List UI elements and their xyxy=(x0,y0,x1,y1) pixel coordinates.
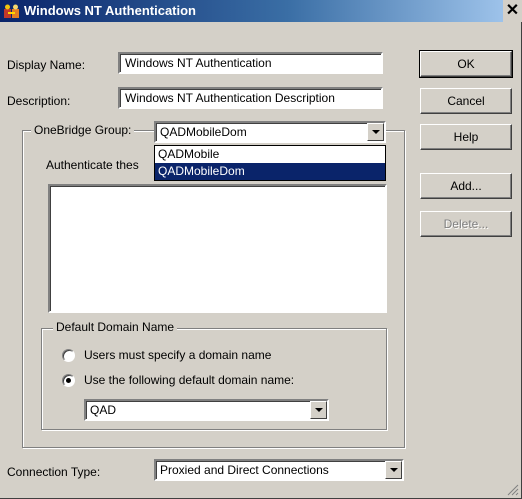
radio-specify-domain[interactable] xyxy=(62,349,75,362)
help-button[interactable]: Help xyxy=(420,124,512,150)
add-button[interactable]: Add... xyxy=(420,173,512,199)
default-domain-legend: Default Domain Name xyxy=(53,320,178,334)
connection-dropdown-button[interactable] xyxy=(385,461,402,479)
authenticate-listbox[interactable] xyxy=(48,184,387,313)
connection-type-value: Proxied and Direct Connections xyxy=(160,463,329,477)
delete-button[interactable]: Delete... xyxy=(420,211,512,237)
default-domain-value: QAD xyxy=(90,403,117,417)
description-label: Description: xyxy=(7,94,71,108)
dropdown-option-qadmobiledom[interactable]: QADMobileDom xyxy=(155,163,385,180)
display-name-label: Display Name: xyxy=(7,58,86,72)
help-button-label: Help xyxy=(453,130,479,144)
key-people-icon xyxy=(4,4,19,18)
description-field[interactable]: Windows NT Authentication Description xyxy=(118,87,383,109)
authenticate-label: Authenticate thes xyxy=(46,158,139,172)
onebridge-group-label: OneBridge Group: xyxy=(31,123,135,137)
ok-button[interactable]: OK xyxy=(419,50,513,78)
chevron-down-icon xyxy=(390,468,398,472)
default-domain-select[interactable]: QAD xyxy=(84,399,329,421)
title-bar[interactable]: Windows NT Authentication ✕ xyxy=(0,0,522,22)
dialog-window: Windows NT Authentication ✕ Display Name… xyxy=(0,0,522,499)
close-button[interactable]: ✕ xyxy=(503,0,522,22)
ok-button-label: OK xyxy=(457,57,475,71)
delete-button-label: Delete... xyxy=(443,217,489,231)
onebridge-group-dropdown-list: QADMobile QADMobileDom xyxy=(154,145,386,181)
onebridge-group-value: QADMobileDom xyxy=(160,125,247,139)
chevron-down-icon xyxy=(372,130,380,134)
radio-specify-domain-label: Users must specify a domain name xyxy=(84,348,272,362)
close-icon: ✕ xyxy=(505,2,520,19)
connection-type-label: Connection Type: xyxy=(7,465,101,479)
add-button-label: Add... xyxy=(450,179,482,193)
cancel-button[interactable]: Cancel xyxy=(420,88,512,114)
dropdown-button[interactable] xyxy=(367,123,384,141)
chevron-down-icon xyxy=(315,408,323,412)
radio-default-domain-label: Use the following default domain name: xyxy=(84,373,295,387)
resize-grip-icon[interactable] xyxy=(507,484,519,496)
onebridge-group-select[interactable]: QADMobileDom xyxy=(154,121,386,143)
radio-default-domain[interactable] xyxy=(62,374,75,387)
domain-dropdown-button[interactable] xyxy=(310,401,327,419)
display-name-field[interactable]: Windows NT Authentication xyxy=(118,52,383,74)
connection-type-select[interactable]: Proxied and Direct Connections xyxy=(154,459,404,481)
cancel-button-label: Cancel xyxy=(447,94,485,108)
dropdown-option-qadmobile[interactable]: QADMobile xyxy=(155,146,385,163)
window-title: Windows NT Authentication xyxy=(24,3,196,18)
